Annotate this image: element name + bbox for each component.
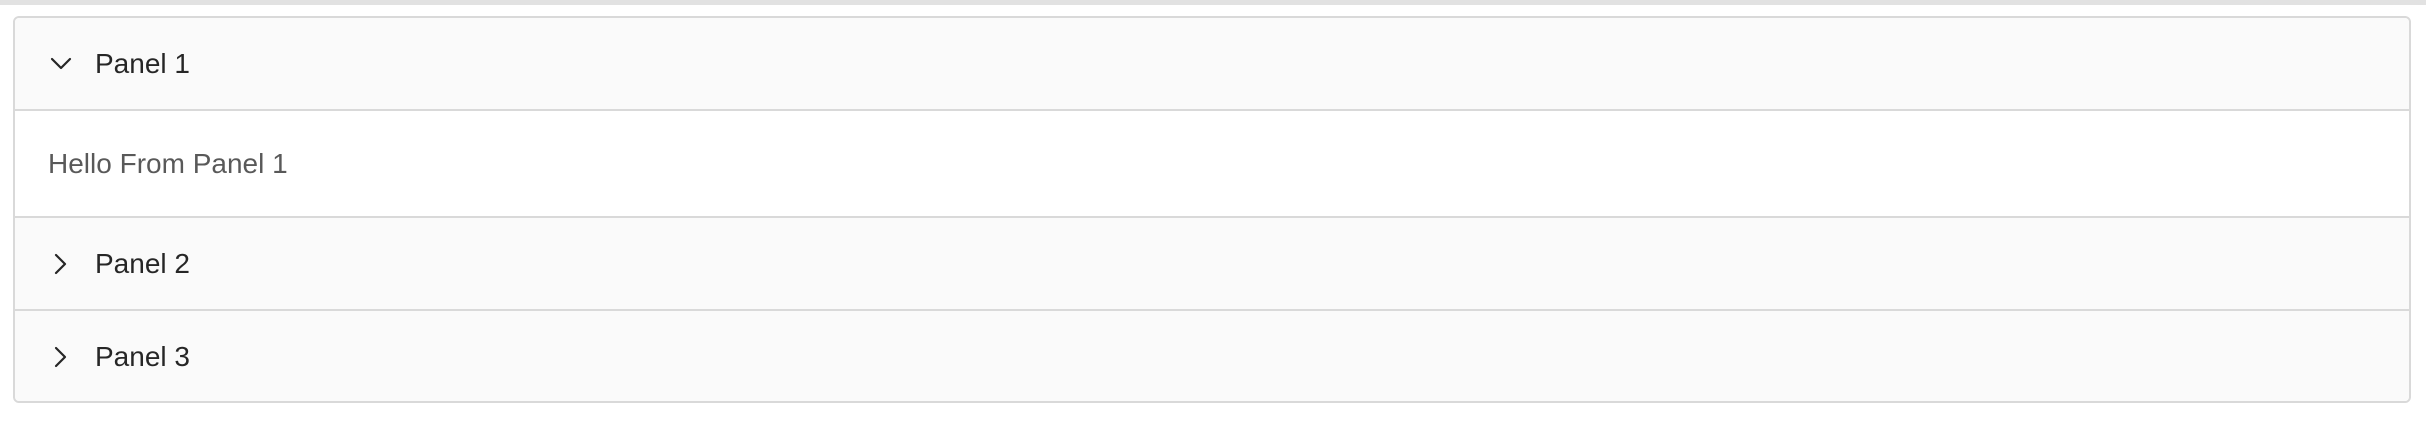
panel-1-content-text: Hello From Panel 1 — [48, 148, 288, 179]
chevron-down-icon — [49, 52, 73, 76]
panel-1: Panel 1 Hello From Panel 1 — [15, 18, 2409, 218]
panel-3: Panel 3 — [15, 311, 2409, 401]
panel-3-header[interactable]: Panel 3 — [15, 311, 2409, 401]
panel-3-title: Panel 3 — [95, 341, 190, 372]
panel-2-title: Panel 2 — [95, 248, 190, 279]
panel-2: Panel 2 — [15, 218, 2409, 311]
collapse-accordion: Panel 1 Hello From Panel 1 Panel 2 Panel… — [13, 16, 2411, 403]
chevron-right-icon — [49, 345, 73, 369]
panel-1-header[interactable]: Panel 1 — [15, 18, 2409, 111]
chevron-right-icon — [49, 252, 73, 276]
panel-1-title: Panel 1 — [95, 48, 190, 79]
top-divider — [0, 0, 2426, 5]
panel-1-content: Hello From Panel 1 — [15, 111, 2409, 218]
panel-2-header[interactable]: Panel 2 — [15, 218, 2409, 311]
